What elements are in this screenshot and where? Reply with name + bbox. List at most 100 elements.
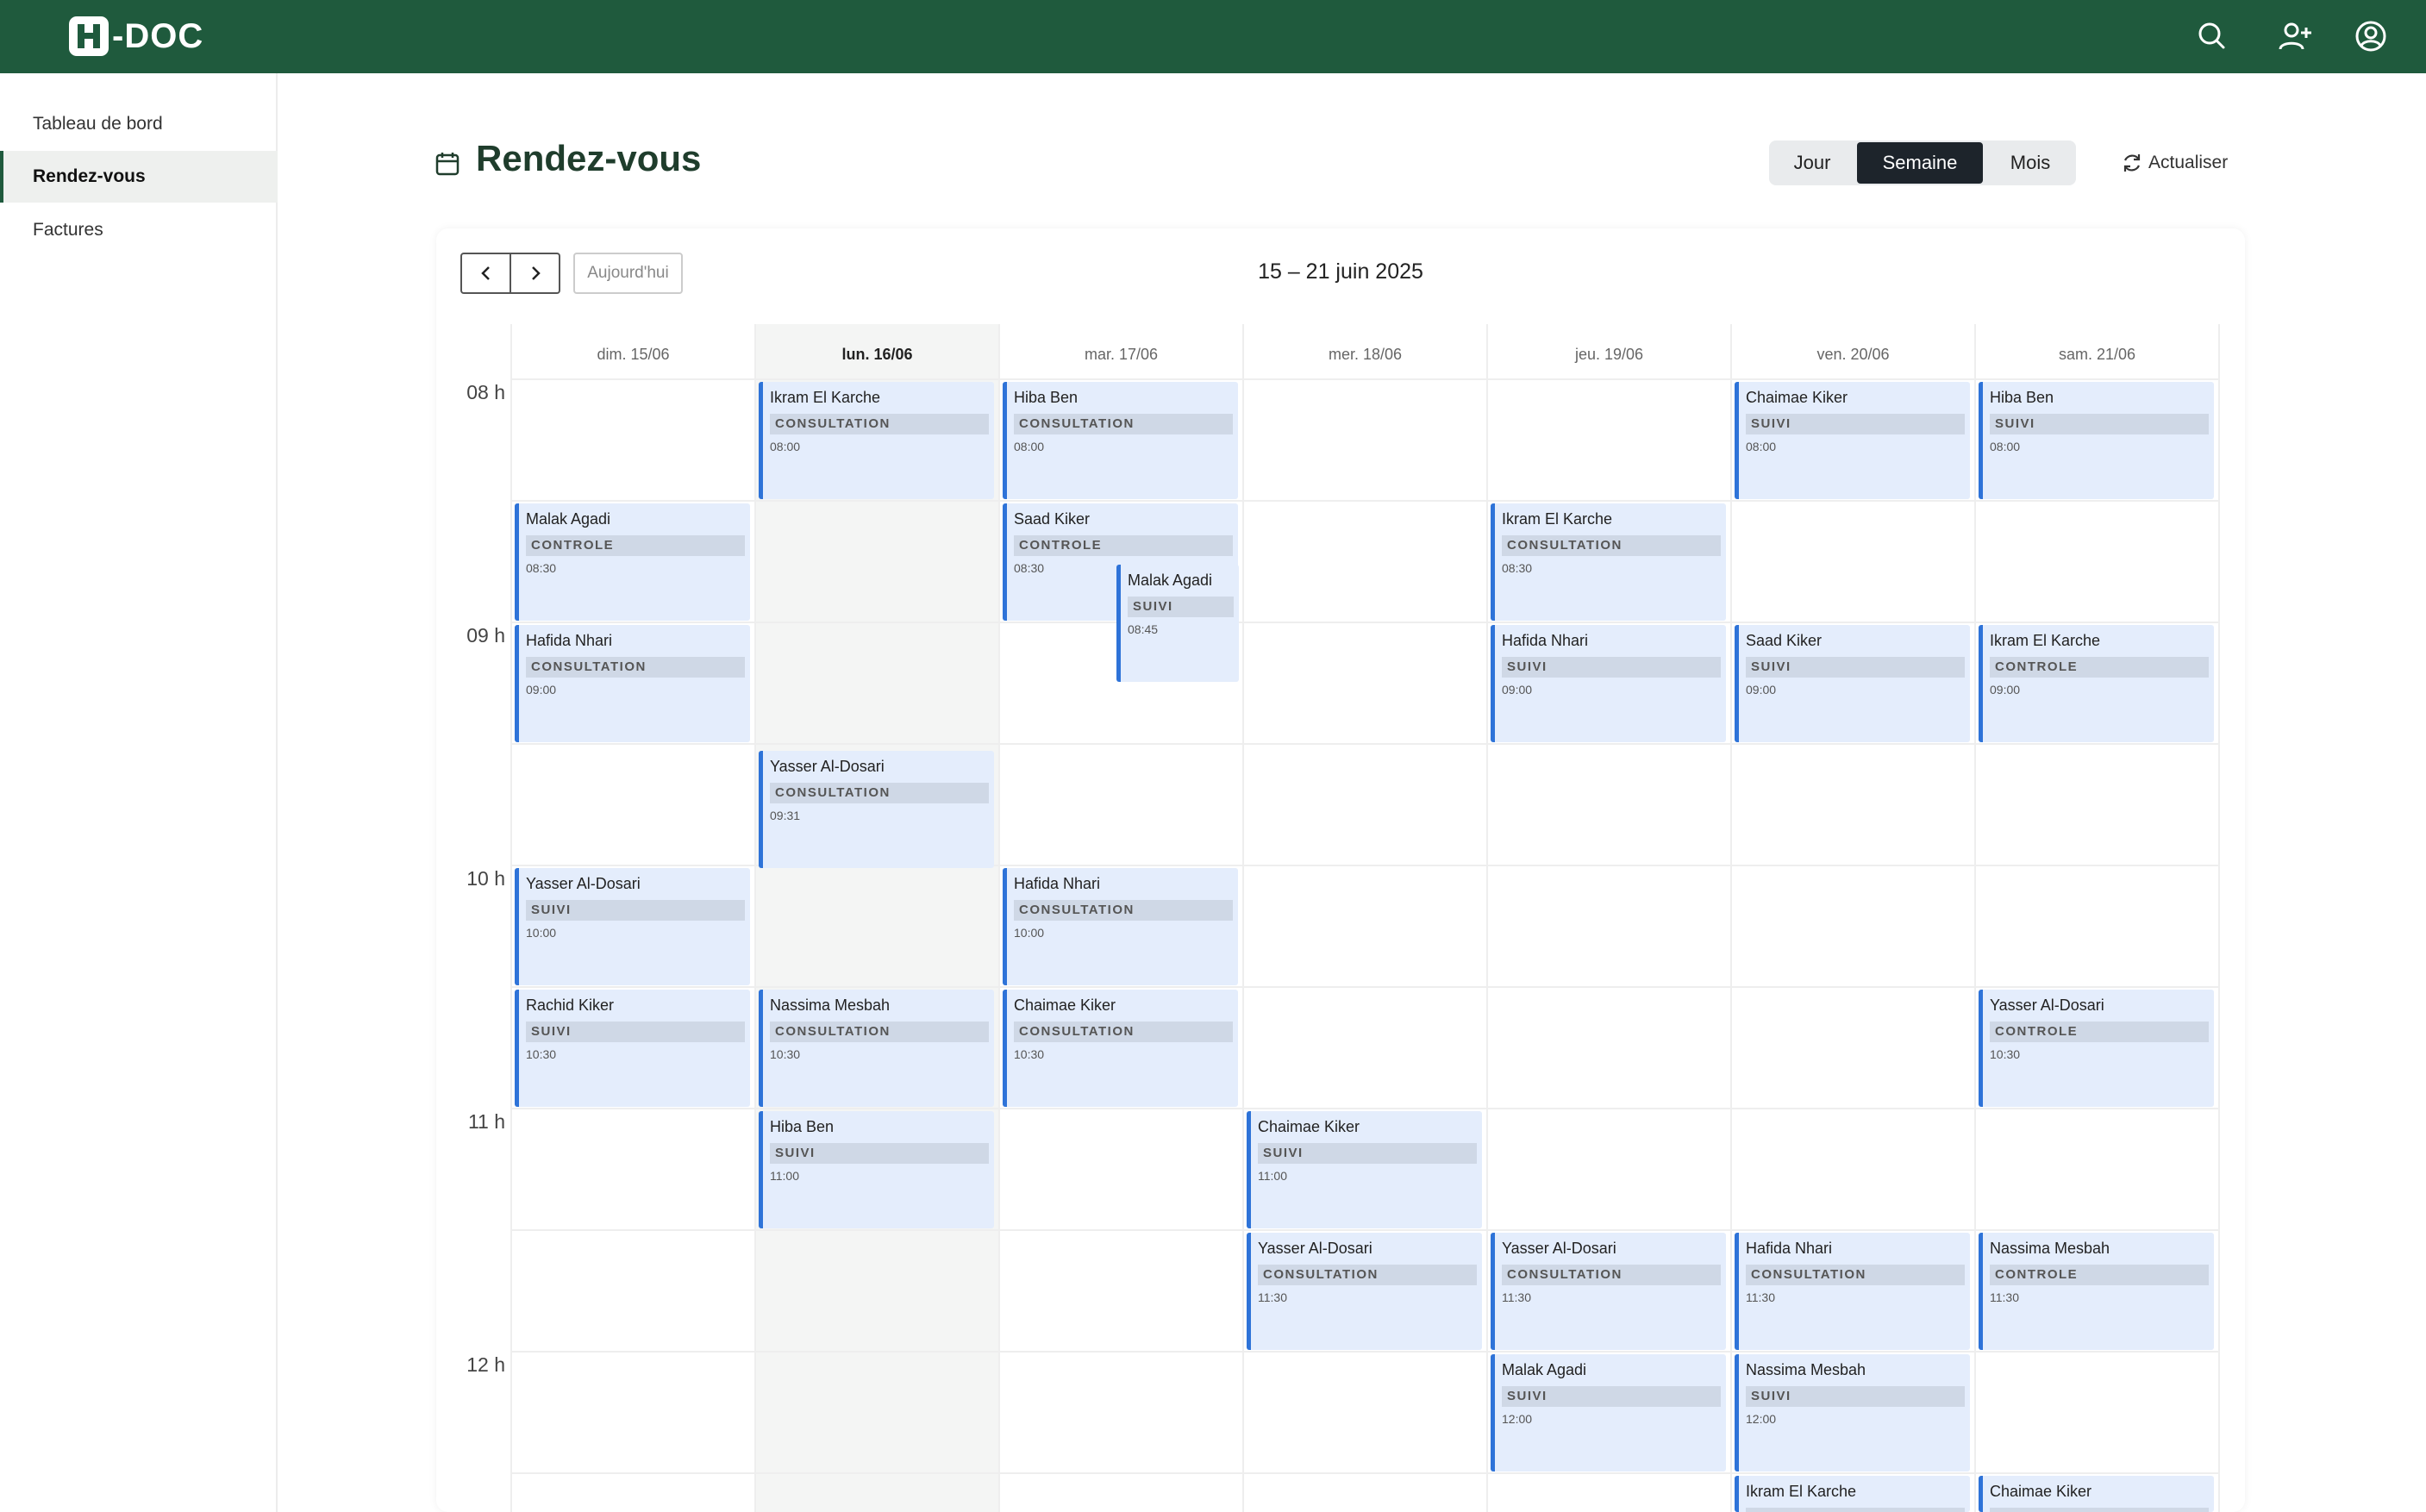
- appointment-card[interactable]: Chaimae Kiker SUIVI 11:00: [1247, 1111, 1482, 1228]
- view-switch: Jour Semaine Mois: [1769, 141, 2076, 185]
- appointment-card[interactable]: Ikram El Karche CONSULTATION 08:00: [759, 382, 994, 499]
- column-divider: [754, 324, 756, 1512]
- appointment-card[interactable]: Hafida Nhari CONSULTATION 09:00: [515, 625, 750, 742]
- appointment-time: 08:45: [1128, 622, 1159, 636]
- appointment-card[interactable]: Ikram El Karche CONTROLE 09:00: [1979, 625, 2214, 742]
- appointment-type-badge: SUIVI: [526, 900, 745, 921]
- appointment-card[interactable]: Yasser Al-Dosari CONSULTATION 11:30: [1491, 1233, 1726, 1350]
- appointment-time: 08:30: [526, 561, 557, 575]
- appointment-card[interactable]: Malak Agadi CONTROLE 08:30: [515, 503, 750, 621]
- appointment-type-badge: SUIVI: [1128, 596, 1234, 617]
- chevron-left-icon: [480, 266, 490, 280]
- view-week-button[interactable]: Semaine: [1857, 142, 1983, 184]
- appointment-card[interactable]: Chaimae Kiker SUIVI 08:00: [1735, 382, 1970, 499]
- view-month-button[interactable]: Mois: [1985, 141, 2076, 185]
- appointment-card[interactable]: Nassima Mesbah CONSULTATION 10:30: [759, 990, 994, 1107]
- appointment-patient: Ikram El Karche: [770, 389, 881, 406]
- appointment-patient: Ikram El Karche: [1746, 1483, 1857, 1500]
- appointment-time: 12:00: [1746, 1412, 1777, 1426]
- appointment-card[interactable]: Nassima Mesbah SUIVI 12:00: [1735, 1354, 1970, 1471]
- day-header[interactable]: mar. 17/06: [999, 324, 1243, 376]
- appointment-card[interactable]: Hafida Nhari CONSULTATION 10:00: [1003, 868, 1238, 985]
- appointment-type-badge: CONTROLE: [526, 535, 745, 556]
- calendar-card: 15 – 21 juin 2025 Aujourd'hui dim. 15/06…: [436, 228, 2245, 1512]
- appointment-time: 08:00: [1990, 440, 2021, 453]
- row-divider: [511, 986, 2219, 988]
- appointment-card[interactable]: Rachid Kiker SUIVI 10:30: [515, 990, 750, 1107]
- appointment-card[interactable]: Hiba Ben SUIVI 08:00: [1979, 382, 2214, 499]
- column-divider: [998, 324, 1000, 1512]
- row-divider: [511, 743, 2219, 745]
- appointment-type-badge: CONSULTATION: [526, 657, 745, 678]
- appointment-patient: Hafida Nhari: [526, 632, 613, 649]
- appointment-patient: Yasser Al-Dosari: [526, 875, 641, 892]
- appointment-card[interactable]: Malak Agadi SUIVI 08:45: [1116, 564, 1239, 682]
- appointment-card[interactable]: Hiba Ben CONSULTATION 08:00: [1003, 382, 1238, 499]
- page-title: Rendez-vous: [476, 138, 702, 178]
- appointment-time: 12:00: [1502, 1412, 1533, 1426]
- refresh-button[interactable]: Actualiser: [2121, 150, 2228, 176]
- appointment-card[interactable]: Hafida Nhari CONSULTATION 11:30: [1735, 1233, 1970, 1350]
- appointment-type-badge: CONSULTATION: [770, 1022, 989, 1042]
- day-header[interactable]: jeu. 19/06: [1487, 324, 1731, 376]
- appointment-card[interactable]: Ikram El Karche SUIVI: [1735, 1476, 1970, 1512]
- appointment-type-badge: CONTROLE: [1990, 657, 2209, 678]
- view-day-button[interactable]: Jour: [1769, 141, 1855, 185]
- day-header[interactable]: dim. 15/06: [511, 324, 755, 376]
- appointment-card[interactable]: Saad Kiker SUIVI 09:00: [1735, 625, 1970, 742]
- sidebar-item-dashboard[interactable]: Tableau de bord: [0, 98, 278, 150]
- today-button[interactable]: Aujourd'hui: [573, 253, 683, 294]
- column-divider: [1242, 324, 1244, 1512]
- day-header[interactable]: mer. 18/06: [1243, 324, 1487, 376]
- column-divider: [1974, 324, 1976, 1512]
- appointment-patient: Malak Agadi: [1502, 1361, 1587, 1378]
- sidebar-item-appointments[interactable]: Rendez-vous: [0, 151, 278, 203]
- appointment-card[interactable]: Hiba Ben SUIVI 11:00: [759, 1111, 994, 1228]
- appointment-card[interactable]: Yasser Al-Dosari CONTROLE 10:30: [1979, 990, 2214, 1107]
- app-logo[interactable]: -DOC: [69, 16, 203, 57]
- appointment-card[interactable]: Ikram El Karche CONSULTATION 08:30: [1491, 503, 1726, 621]
- account-icon[interactable]: [2354, 19, 2388, 53]
- appointment-type-badge: SUIVI: [1746, 657, 1965, 678]
- appointment-patient: Malak Agadi: [526, 510, 611, 528]
- next-week-button[interactable]: [510, 253, 560, 294]
- hour-label: 12 h: [466, 1353, 505, 1376]
- day-header[interactable]: lun. 16/06: [755, 324, 999, 376]
- day-header[interactable]: ven. 20/06: [1731, 324, 1975, 376]
- hour-label: 11 h: [467, 1110, 505, 1133]
- day-header[interactable]: sam. 21/06: [1975, 324, 2219, 376]
- appointment-time: 10:30: [526, 1047, 557, 1061]
- appointment-card[interactable]: Chaimae Kiker CONSULTATION 10:30: [1003, 990, 1238, 1107]
- appointment-patient: Chaimae Kiker: [1746, 389, 1848, 406]
- appointment-type-badge: SUIVI: [1258, 1143, 1477, 1164]
- appointment-patient: Hiba Ben: [1990, 389, 2054, 406]
- appointment-card[interactable]: Chaimae Kiker CONSULTATION: [1979, 1476, 2214, 1512]
- refresh-icon: [2123, 154, 2141, 172]
- row-divider: [511, 1351, 2219, 1353]
- appointment-patient: Malak Agadi: [1128, 571, 1213, 589]
- sidebar-item-invoices[interactable]: Factures: [0, 204, 278, 256]
- appointment-card[interactable]: Yasser Al-Dosari CONSULTATION 11:30: [1247, 1233, 1482, 1350]
- appointment-patient: Ikram El Karche: [1990, 632, 2101, 649]
- appointment-type-badge: CONSULTATION: [770, 414, 989, 434]
- row-divider: [511, 622, 2219, 623]
- appointment-patient: Ikram El Karche: [1502, 510, 1613, 528]
- appointment-time: 11:30: [1746, 1290, 1775, 1304]
- appointment-type-badge: SUIVI: [526, 1022, 745, 1042]
- appointment-type-badge: SUIVI: [1746, 1386, 1965, 1407]
- add-user-icon[interactable]: [2278, 19, 2312, 53]
- appointment-card[interactable]: Malak Agadi SUIVI 12:00: [1491, 1354, 1726, 1471]
- appointment-time: 08:00: [1746, 440, 1777, 453]
- search-icon[interactable]: [2195, 19, 2229, 53]
- appointment-card[interactable]: Yasser Al-Dosari CONSULTATION 09:31: [759, 750, 994, 868]
- appointment-time: 10:00: [1014, 926, 1045, 940]
- appointment-time: 09:00: [1990, 683, 2021, 697]
- appointment-patient: Saad Kiker: [1014, 510, 1091, 528]
- appointment-patient: Nassima Mesbah: [1746, 1361, 1866, 1378]
- appointment-card[interactable]: Hafida Nhari SUIVI 09:00: [1491, 625, 1726, 742]
- appointment-card[interactable]: Nassima Mesbah CONTROLE 11:30: [1979, 1233, 2214, 1350]
- appointment-card[interactable]: Yasser Al-Dosari SUIVI 10:00: [515, 868, 750, 985]
- refresh-label: Actualiser: [2148, 153, 2229, 172]
- appointment-time: 10:30: [1990, 1047, 2021, 1061]
- prev-week-button[interactable]: [460, 253, 511, 294]
